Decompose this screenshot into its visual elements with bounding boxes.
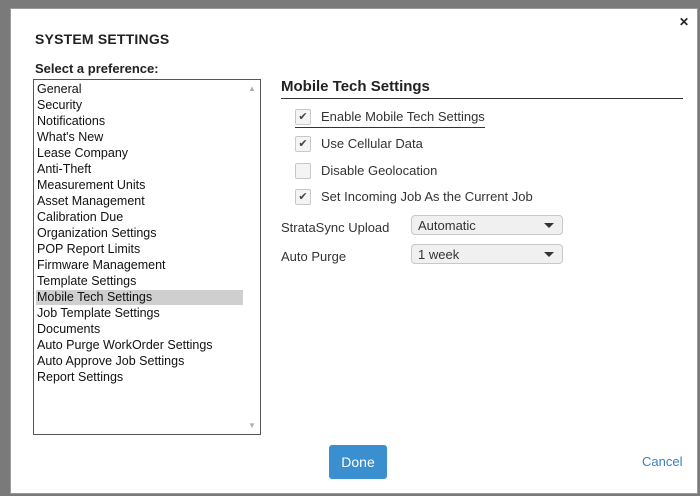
preference-item[interactable]: Measurement Units — [36, 178, 243, 193]
disable-geolocation-checkbox[interactable] — [295, 163, 311, 179]
scroll-down-icon[interactable]: ▼ — [248, 421, 256, 430]
dialog-title: SYSTEM SETTINGS — [35, 31, 170, 47]
option-divider — [295, 127, 485, 128]
section-title: Mobile Tech Settings — [281, 78, 430, 95]
stratasync-upload-label: StrataSync Upload — [281, 220, 390, 235]
preference-item[interactable]: Security — [36, 98, 243, 113]
preference-item[interactable]: Mobile Tech Settings — [36, 290, 243, 305]
preference-item[interactable]: Lease Company — [36, 146, 243, 161]
preference-item[interactable]: What's New — [36, 130, 243, 145]
preference-item[interactable]: Auto Purge WorkOrder Settings — [36, 338, 243, 353]
auto-purge-select[interactable]: 1 week — [411, 244, 563, 264]
scroll-up-icon[interactable]: ▲ — [248, 84, 256, 93]
preference-item[interactable]: Asset Management — [36, 194, 243, 209]
preference-item[interactable]: Calibration Due — [36, 210, 243, 225]
preference-item[interactable]: Notifications — [36, 114, 243, 129]
preference-listbox[interactable]: General Security Notifications What's New Le… — [33, 79, 261, 435]
preference-item[interactable]: Anti-Theft — [36, 162, 243, 177]
chevron-down-icon — [544, 223, 554, 228]
preference-item[interactable]: Job Template Settings — [36, 306, 243, 321]
stratasync-upload-select[interactable]: Automatic — [411, 215, 563, 235]
preference-item[interactable]: Organization Settings — [36, 226, 243, 241]
option-label: Set Incoming Job As the Current Job — [321, 189, 533, 204]
section-divider — [281, 98, 683, 99]
option-label: Use Cellular Data — [321, 136, 423, 151]
auto-purge-label: Auto Purge — [281, 249, 347, 264]
checkmark-icon: ✔ — [298, 111, 308, 123]
preference-item[interactable]: Documents — [36, 322, 243, 337]
enable-mobile-tech-checkbox[interactable]: ✔ — [295, 109, 311, 125]
option-label: Disable Geolocation — [321, 163, 438, 178]
preference-item[interactable]: Auto Approve Job Settings — [36, 354, 243, 369]
preference-list-label: Select a preference: — [35, 61, 159, 76]
cancel-link[interactable]: Cancel — [642, 454, 682, 469]
close-icon[interactable]: ✕ — [677, 15, 691, 29]
set-incoming-job-checkbox[interactable]: ✔ — [295, 189, 311, 205]
checkmark-icon: ✔ — [298, 191, 308, 203]
select-value: Automatic — [418, 218, 476, 233]
option-label: Enable Mobile Tech Settings — [321, 109, 485, 124]
checkmark-icon: ✔ — [298, 138, 308, 150]
system-settings-dialog: ✕ SYSTEM SETTINGS Select a preference: G… — [10, 8, 698, 494]
listbox-scrollbar[interactable]: ▲ ▼ — [244, 80, 260, 434]
preference-item[interactable]: General — [36, 82, 243, 97]
preference-item[interactable]: Firmware Management — [36, 258, 243, 273]
preference-item[interactable]: Template Settings — [36, 274, 243, 289]
select-value: 1 week — [418, 247, 460, 262]
done-button[interactable]: Done — [329, 445, 387, 479]
preference-item[interactable]: POP Report Limits — [36, 242, 243, 257]
chevron-down-icon — [544, 252, 554, 257]
use-cellular-data-checkbox[interactable]: ✔ — [295, 136, 311, 152]
preference-item[interactable]: Report Settings — [36, 370, 243, 385]
